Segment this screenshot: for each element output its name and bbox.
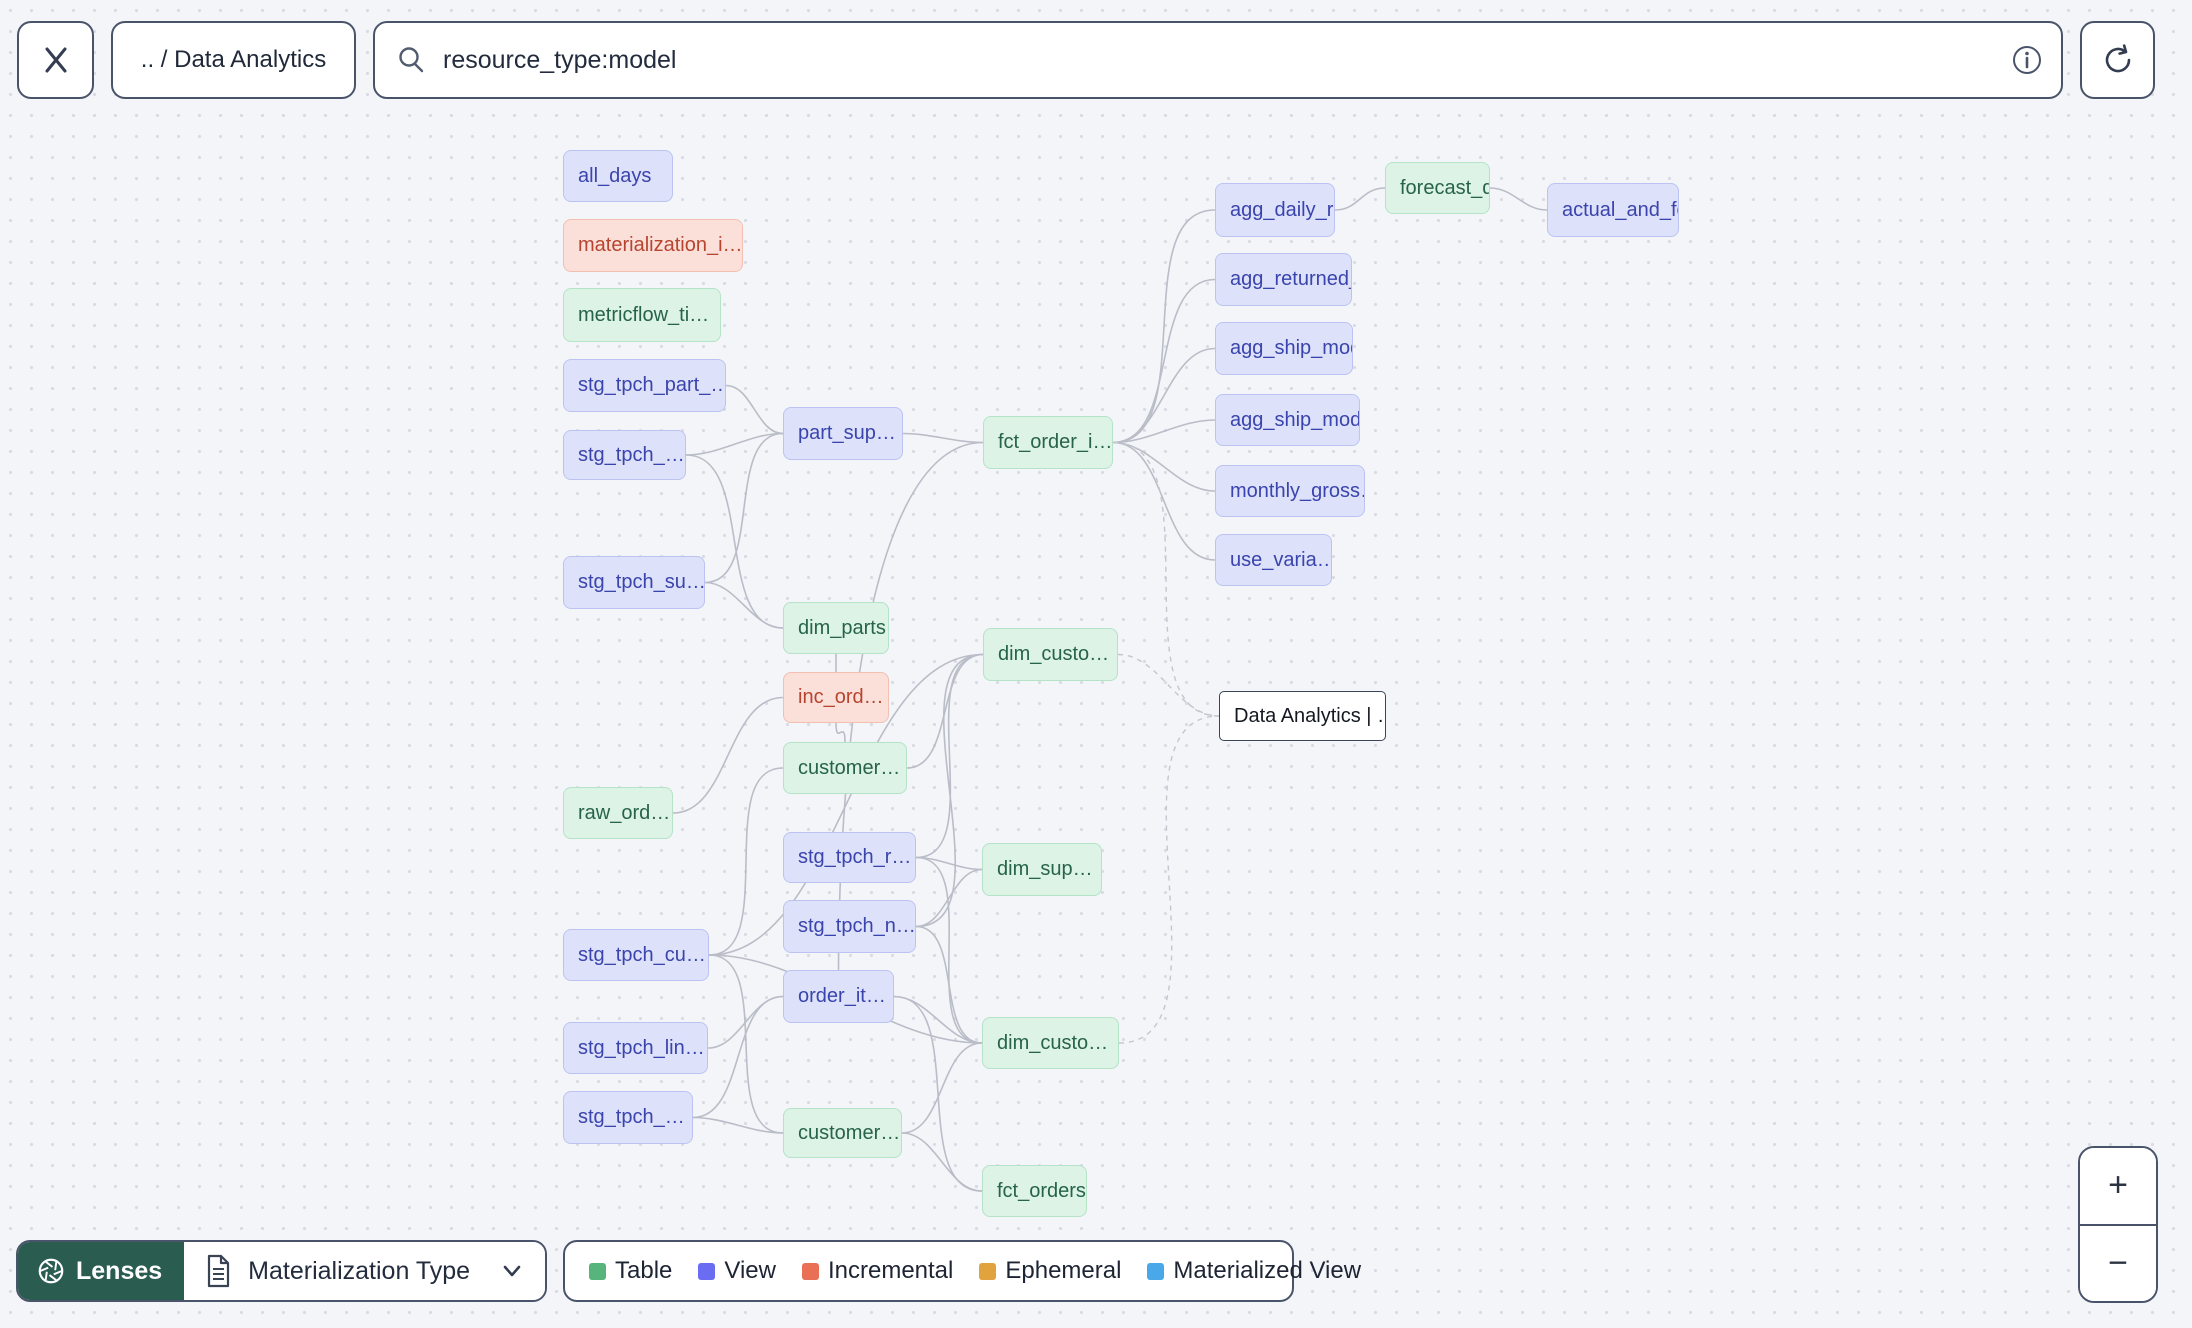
chevron-down-icon (503, 1265, 521, 1277)
lenses-label: Lenses (76, 1256, 163, 1285)
legend-item-ephemeral: Ephemeral (979, 1257, 1121, 1285)
legend-item-materialized-view: Materialized View (1147, 1257, 1361, 1285)
graph-node-n31[interactable]: forecast_daily… (1385, 162, 1490, 214)
graph-node-n14[interactable]: customer… (783, 742, 907, 794)
graph-node-n17[interactable]: order_it… (783, 970, 894, 1023)
graph-node-n21[interactable]: dim_sup… (982, 843, 1102, 896)
materialization-legend: Table View Incremental Ephemeral Materialize… (563, 1240, 1361, 1302)
graph-node-n30[interactable]: Data Analytics | … (1219, 691, 1386, 741)
graph-node-n23[interactable]: fct_orders (982, 1165, 1087, 1217)
refresh-icon (2105, 44, 2130, 73)
legend-swatch (1147, 1262, 1165, 1280)
graph-node-n1[interactable]: all_days (563, 150, 673, 202)
graph-node-n27[interactable]: agg_ship_modes_ha… (1215, 394, 1360, 446)
legend-label: Table (615, 1257, 673, 1284)
graph-node-n24[interactable]: agg_daily_retur… (1215, 183, 1335, 237)
zoom-in-button[interactable]: + (2080, 1148, 2156, 1226)
legend-label: Materialized View (1173, 1257, 1362, 1284)
graph-node-n12[interactable]: dim_parts (783, 602, 889, 654)
graph-node-n20[interactable]: dim_custo… (983, 628, 1118, 681)
graph-node-n2[interactable]: materialization_i… (563, 219, 743, 272)
lenses-button[interactable]: Lenses (18, 1242, 185, 1300)
graph-node-n32[interactable]: actual_and_foreca… (1547, 183, 1679, 237)
info-icon[interactable] (2011, 44, 2043, 76)
graph-node-n6[interactable]: stg_tpch_su… (563, 556, 705, 609)
document-icon (208, 1254, 230, 1288)
legend-swatch (589, 1262, 606, 1280)
zoom-controls: + − (2078, 1146, 2158, 1303)
zoom-out-button[interactable]: − (2080, 1225, 2156, 1301)
graph-node-n26[interactable]: agg_ship_modes_d… (1215, 322, 1353, 375)
graph-node-n11[interactable]: part_sup… (783, 407, 903, 460)
graph-node-n9[interactable]: stg_tpch_lin… (563, 1022, 708, 1074)
top-toolbar: .. / Data Analytics (0, 21, 2192, 99)
refresh-button[interactable] (2080, 21, 2155, 99)
close-button[interactable] (17, 21, 94, 99)
legend-swatch (979, 1262, 997, 1280)
graph-node-n16[interactable]: stg_tpch_n… (783, 900, 916, 953)
legend-swatch (801, 1262, 819, 1280)
graph-node-n8[interactable]: stg_tpch_cu… (563, 929, 709, 981)
breadcrumb-label: .. / Data Analytics (140, 46, 327, 73)
lens-selector[interactable]: Materialization Type (184, 1242, 545, 1300)
graph-node-n10[interactable]: stg_tpch_… (563, 1091, 693, 1144)
legend-item-table: Table (589, 1257, 672, 1285)
graph-node-n22[interactable]: dim_custo… (982, 1017, 1119, 1069)
graph-node-n7[interactable]: raw_ord… (563, 787, 673, 839)
graph-node-n28[interactable]: monthly_gross… (1215, 465, 1365, 517)
search-input[interactable] (441, 44, 2011, 76)
graph-node-n3[interactable]: metricflow_ti… (563, 288, 721, 342)
graph-node-n4[interactable]: stg_tpch_part_… (563, 359, 726, 412)
legend-label: View (724, 1257, 776, 1284)
graph-node-n15[interactable]: stg_tpch_r… (783, 832, 916, 883)
graph-node-n19[interactable]: fct_order_i… (983, 416, 1113, 469)
lenses-control: Lenses Materialization Type (16, 1240, 547, 1302)
legend-swatch (698, 1262, 716, 1280)
legend-label: Incremental (827, 1257, 954, 1284)
aperture-icon (38, 1258, 64, 1284)
graph-node-n18[interactable]: customer… (783, 1108, 902, 1158)
lineage-graph: all_days materialization_i… metricflow_ti…… (0, 0, 2192, 1328)
graph-node-n5[interactable]: stg_tpch_… (563, 430, 686, 480)
search-box[interactable] (373, 21, 2063, 99)
graph-node-n13[interactable]: inc_ord… (783, 672, 889, 723)
close-icon (45, 47, 66, 73)
legend-label: Ephemeral (1005, 1257, 1122, 1284)
lens-selected-label: Materialization Type (248, 1256, 471, 1285)
legend-item-view: View (698, 1257, 776, 1285)
search-icon (399, 47, 424, 73)
legend-item-incremental: Incremental (801, 1257, 954, 1285)
breadcrumb[interactable]: .. / Data Analytics (111, 21, 356, 99)
graph-node-n29[interactable]: use_varia… (1215, 534, 1332, 586)
graph-node-n25[interactable]: agg_returned_orde… (1215, 253, 1352, 306)
